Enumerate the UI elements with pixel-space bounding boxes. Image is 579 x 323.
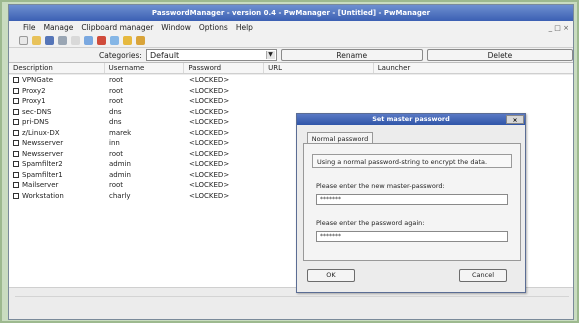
column-password[interactable]: Password [184,63,265,73]
mdi-controls[interactable]: _ □ × [549,24,569,32]
menu-file[interactable]: File [23,23,36,32]
row-password: <LOCKED> [189,128,230,137]
row-description: Proxy2 [22,86,46,95]
row-username: root [109,97,124,106]
menu-manage[interactable]: Manage [44,23,74,32]
tab-panel: Using a normal password-string to encryp… [303,143,521,261]
row-password: <LOCKED> [189,160,230,169]
row-description: z/Linux-DX [22,128,60,137]
row-username: root [109,181,124,190]
add-icon[interactable] [84,36,93,45]
column-launcher[interactable]: Launcher [374,63,573,73]
checkbox-icon[interactable] [13,98,19,105]
row-description: Spamfilter1 [22,170,63,179]
checkbox-icon[interactable] [13,119,19,126]
delete-button[interactable]: Delete [426,49,573,61]
menu-help[interactable]: Help [236,23,253,32]
row-description: VPNGate [22,76,54,85]
close-icon[interactable]: × [506,115,524,124]
row-description: pri-DNS [22,118,49,127]
checkbox-icon[interactable] [13,150,19,157]
find-icon[interactable] [110,36,119,45]
row-description: sec-DNS [22,107,52,116]
row-username: root [109,76,124,85]
checkbox-icon[interactable] [13,77,19,84]
row-description: Mailserver [22,181,59,190]
menu-options[interactable]: Options [199,23,228,32]
column-description[interactable]: Description [9,63,105,73]
info-text: Using a normal password-string to encryp… [312,154,512,168]
checkbox-icon[interactable] [13,140,19,147]
category-bar: Categories: Default ▼ Rename Delete [9,48,573,63]
repeat-password-input[interactable]: ******* [316,231,508,242]
row-password: <LOCKED> [189,107,230,116]
print-icon[interactable] [58,36,67,45]
categories-label: Categories: [99,50,142,60]
menu-window[interactable]: Window [161,23,191,32]
row-password: <LOCKED> [189,139,230,148]
row-description: Newsserver [22,139,64,148]
chevron-down-icon[interactable]: ▼ [265,51,275,59]
window-title: PasswordManager - version 0.4 - PwManage… [9,5,573,21]
category-select[interactable]: Default ▼ [145,49,277,61]
row-username: admin [109,170,131,179]
status-divider [15,296,569,297]
ok-button[interactable]: OK [307,269,355,282]
menubar: File Manage Clipboard manager Window Opt… [9,21,573,34]
dialog-title-text: Set master password [372,115,450,123]
row-password: <LOCKED> [189,118,230,127]
checkbox-icon[interactable] [13,108,19,115]
rename-button[interactable]: Rename [280,49,423,61]
row-description: Workstation [22,191,64,200]
row-username: root [109,149,124,158]
column-username[interactable]: Username [105,63,185,73]
row-description: Newsserver [22,149,64,158]
row-password: <LOCKED> [189,170,230,179]
row-password: <LOCKED> [189,181,230,190]
row-username: marek [109,128,132,137]
toolbar [9,34,573,48]
table-row[interactable]: Proxy2 root <LOCKED> [9,86,573,97]
cancel-button[interactable]: Cancel [459,269,507,282]
row-username: admin [109,160,131,169]
checkbox-icon[interactable] [13,161,19,168]
row-password: <LOCKED> [189,86,230,95]
category-selected-value: Default [149,50,180,60]
row-username: charly [109,191,131,200]
row-username: inn [109,139,120,148]
row-username: dns [109,118,122,127]
key-icon[interactable] [136,36,145,45]
open-icon[interactable] [32,36,41,45]
row-description: Proxy1 [22,97,46,106]
dialog-title: Set master password × [297,114,525,125]
table-row[interactable]: Proxy1 root <LOCKED> [9,96,573,107]
new-password-input[interactable]: ******* [316,194,508,205]
new-password-label: Please enter the new master-password: [316,182,445,190]
new-icon[interactable] [19,36,28,45]
checkbox-icon[interactable] [13,182,19,189]
row-password: <LOCKED> [189,149,230,158]
row-password: <LOCKED> [189,97,230,106]
master-password-dialog: Set master password × Normal password Us… [296,113,526,293]
list-header: Description Username Password URL Launch… [9,63,573,74]
repeat-password-label: Please enter the password again: [316,219,425,227]
lock-icon[interactable] [123,36,132,45]
table-row[interactable]: VPNGate root <LOCKED> [9,75,573,86]
row-password: <LOCKED> [189,76,230,85]
row-description: Spamfilter2 [22,160,63,169]
checkbox-icon[interactable] [13,171,19,178]
row-username: dns [109,107,122,116]
checkbox-icon[interactable] [13,129,19,136]
delete-icon[interactable] [97,36,106,45]
checkbox-icon[interactable] [13,192,19,199]
row-username: root [109,86,124,95]
edit-icon[interactable] [71,36,80,45]
column-url[interactable]: URL [264,63,374,73]
checkbox-icon[interactable] [13,87,19,94]
row-password: <LOCKED> [189,191,230,200]
menu-clipboard-manager[interactable]: Clipboard manager [81,23,153,32]
save-icon[interactable] [45,36,54,45]
